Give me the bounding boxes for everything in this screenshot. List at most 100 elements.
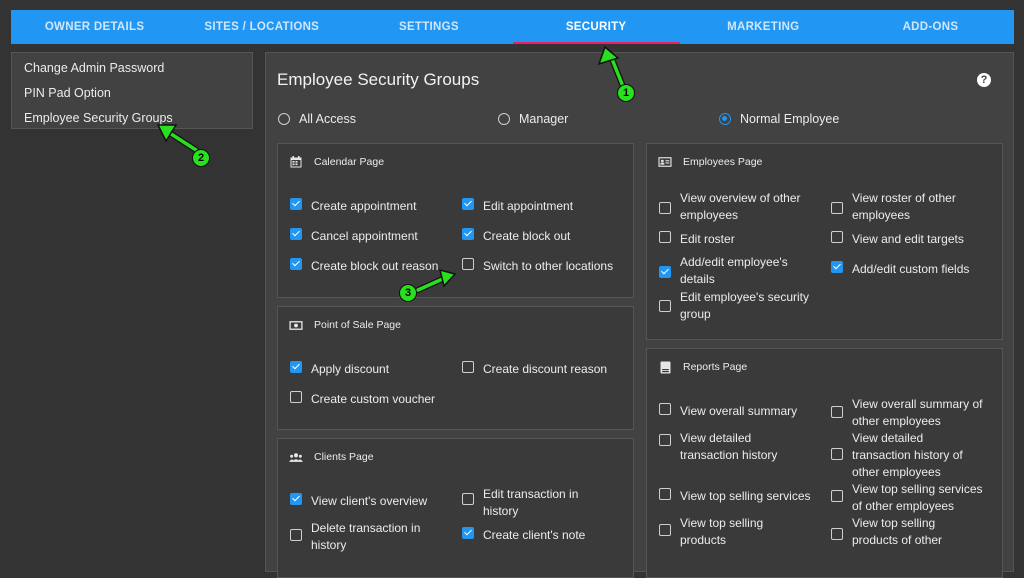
checkbox-label: Cancel appointment xyxy=(311,229,418,243)
tab-owner-details[interactable]: OWNER DETAILS xyxy=(11,10,178,44)
checkbox[interactable] xyxy=(462,228,474,240)
checkbox[interactable] xyxy=(659,488,671,500)
sidebar-item-pin-pad-option[interactable]: PIN Pad Option xyxy=(12,81,252,106)
tab-settings[interactable]: SETTINGS xyxy=(345,10,512,44)
checkbox-label: View roster of other employees xyxy=(852,191,956,222)
permission-view-detailed-transaction-history-other-employees[interactable]: View detailed transaction history of oth… xyxy=(831,430,971,481)
permission-view-top-selling-services[interactable]: View top selling services xyxy=(659,488,811,505)
checkbox[interactable] xyxy=(290,493,302,505)
checkbox[interactable] xyxy=(659,202,671,214)
checkbox[interactable] xyxy=(290,198,302,210)
checkbox[interactable] xyxy=(831,261,843,273)
reports-page-card: Reports Page View overall summary View o… xyxy=(646,348,1003,578)
checkbox[interactable] xyxy=(462,198,474,210)
permission-create-custom-voucher[interactable]: Create custom voucher xyxy=(290,391,435,408)
checkbox-label: View detailed transaction history xyxy=(680,431,778,462)
permission-apply-discount[interactable]: Apply discount xyxy=(290,361,389,378)
radio-manager[interactable]: Manager xyxy=(498,112,568,126)
radio-label: Manager xyxy=(519,112,569,126)
checkbox[interactable] xyxy=(290,391,302,403)
permission-edit-employee-security-group[interactable]: Edit employee's security group xyxy=(659,289,819,323)
permission-cancel-appointment[interactable]: Cancel appointment xyxy=(290,228,418,245)
permission-create-clients-note[interactable]: Create client's note xyxy=(462,527,585,544)
sidebar-item-employee-security-groups[interactable]: Employee Security Groups xyxy=(12,106,252,131)
permission-view-overall-summary-other-employees[interactable]: View overall summary of other employees xyxy=(831,396,991,430)
checkbox-label: Create block out reason xyxy=(311,259,439,273)
checkbox[interactable] xyxy=(462,527,474,539)
help-icon[interactable]: ? xyxy=(977,73,991,87)
permission-create-discount-reason[interactable]: Create discount reason xyxy=(462,361,607,378)
card-header: Point of Sale Page xyxy=(289,318,401,332)
checkbox[interactable] xyxy=(659,524,671,536)
annotation-badge-3: 3 xyxy=(399,284,417,302)
checkbox-label: View detailed transaction history of oth… xyxy=(852,431,963,479)
permission-add-edit-custom-fields[interactable]: Add/edit custom fields xyxy=(831,261,969,278)
permission-add-edit-employee-details[interactable]: Add/edit employee's details xyxy=(659,254,799,288)
checkbox[interactable] xyxy=(659,403,671,415)
permission-create-block-out-reason[interactable]: Create block out reason xyxy=(290,258,438,275)
checkbox[interactable] xyxy=(290,361,302,373)
permission-view-top-selling-services-other-employees[interactable]: View top selling services of other emplo… xyxy=(831,481,991,515)
checkbox[interactable] xyxy=(831,231,843,243)
permission-create-block-out[interactable]: Create block out xyxy=(462,228,570,245)
checkbox-label: Apply discount xyxy=(311,362,390,376)
clients-page-card: Clients Page View client's overview Edit… xyxy=(277,438,634,578)
checkbox[interactable] xyxy=(831,448,843,460)
checkbox-label: View top selling services of other emplo… xyxy=(852,482,983,513)
checkbox-label: Edit roster xyxy=(680,232,735,246)
checkbox[interactable] xyxy=(659,300,671,312)
permission-view-detailed-transaction-history[interactable]: View detailed transaction history xyxy=(659,430,799,464)
checkbox-label: View top selling products xyxy=(680,516,764,547)
checkbox-label: View top selling services xyxy=(680,489,811,503)
radio-all-access[interactable]: All Access xyxy=(278,112,356,126)
card-header: Employees Page xyxy=(658,155,762,169)
permission-view-overview-other-employees[interactable]: View overview of other employees xyxy=(659,190,819,224)
permission-switch-to-other-locations[interactable]: Switch to other locations xyxy=(462,258,613,275)
checkbox[interactable] xyxy=(659,266,671,278)
checkbox[interactable] xyxy=(659,434,671,446)
tab-sites-locations[interactable]: SITES / LOCATIONS xyxy=(178,10,345,44)
checkbox[interactable] xyxy=(831,406,843,418)
radio-button[interactable] xyxy=(719,113,731,125)
permission-view-clients-overview[interactable]: View client's overview xyxy=(290,493,427,510)
radio-label: All Access xyxy=(299,112,356,126)
money-icon xyxy=(289,318,303,332)
checkbox[interactable] xyxy=(462,361,474,373)
radio-label: Normal Employee xyxy=(740,112,840,126)
tab-marketing[interactable]: MARKETING xyxy=(680,10,847,44)
tab-add-ons[interactable]: ADD-ONS xyxy=(847,10,1014,44)
checkbox[interactable] xyxy=(659,231,671,243)
radio-button[interactable] xyxy=(498,113,510,125)
permission-edit-appointment[interactable]: Edit appointment xyxy=(462,198,573,215)
permission-view-overall-summary[interactable]: View overall summary xyxy=(659,403,797,420)
checkbox[interactable] xyxy=(290,529,302,541)
checkbox-label: Edit appointment xyxy=(483,199,574,213)
permission-edit-roster[interactable]: Edit roster xyxy=(659,231,735,248)
permission-view-top-selling-products-other[interactable]: View top selling products of other xyxy=(831,515,951,549)
checkbox-label: View overall summary xyxy=(680,404,798,418)
checkbox[interactable] xyxy=(290,228,302,240)
checkbox-label: View top selling products of other xyxy=(852,516,943,547)
radio-button[interactable] xyxy=(278,113,290,125)
card-header: Calendar Page xyxy=(289,155,384,169)
checkbox[interactable] xyxy=(831,528,843,540)
checkbox-label: Create client's note xyxy=(483,528,586,542)
annotation-badge-1: 1 xyxy=(617,84,635,102)
page-title: Employee Security Groups xyxy=(277,70,480,89)
permission-edit-transaction-in-history[interactable]: Edit transaction in history xyxy=(462,486,612,520)
checkbox-label: Create discount reason xyxy=(483,362,608,376)
checkbox-label: View overview of other employees xyxy=(680,191,801,222)
sidebar-item-change-admin-password[interactable]: Change Admin Password xyxy=(12,56,252,81)
checkbox[interactable] xyxy=(831,202,843,214)
checkbox[interactable] xyxy=(462,258,474,270)
permission-view-roster-other-employees[interactable]: View roster of other employees xyxy=(831,190,991,224)
checkbox[interactable] xyxy=(831,490,843,502)
permission-create-appointment[interactable]: Create appointment xyxy=(290,198,416,215)
radio-normal-employee[interactable]: Normal Employee xyxy=(719,112,839,126)
checkbox[interactable] xyxy=(290,258,302,270)
tab-security[interactable]: SECURITY xyxy=(512,10,680,44)
permission-delete-transaction-in-history[interactable]: Delete transaction in history xyxy=(290,520,440,554)
permission-view-edit-targets[interactable]: View and edit targets xyxy=(831,231,964,248)
permission-view-top-selling-products[interactable]: View top selling products xyxy=(659,515,799,549)
checkbox[interactable] xyxy=(462,493,474,505)
